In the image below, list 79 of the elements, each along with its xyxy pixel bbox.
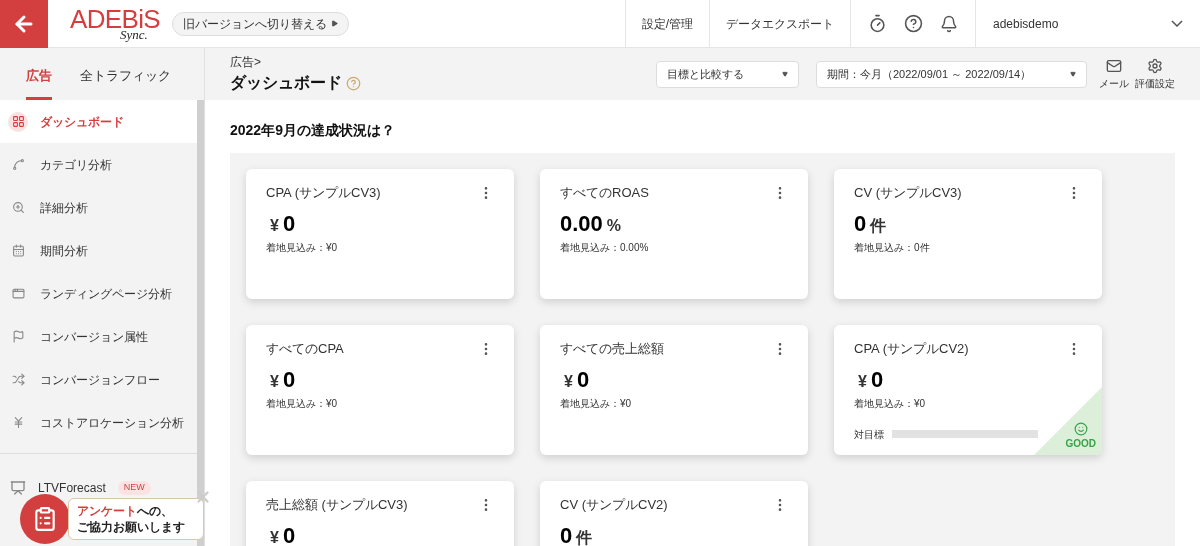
tab[interactable]: 全トラフィック	[80, 65, 171, 100]
version-switch-button[interactable]: 旧バージョンへ切り替える	[172, 11, 350, 36]
metric-value: 0	[576, 365, 590, 394]
card-title: CPA (サンプルCV2)	[854, 340, 969, 358]
sidebar-item-label: LTVForecast	[38, 480, 106, 497]
unit-label: 件	[870, 215, 887, 236]
flow-icon	[11, 373, 25, 386]
card-title: CV (サンプルCV2)	[560, 496, 668, 514]
breadcrumb[interactable]: 広告>	[230, 53, 361, 71]
period-select[interactable]: 期間：今月（2022/09/01 ～ 2022/09/14）	[816, 60, 1087, 88]
forecast-text: 着地見込み：0.00%	[560, 240, 650, 255]
card-title: すべてのROAS	[560, 184, 649, 202]
metric-value: 0.00	[560, 209, 603, 238]
metric-value: 0	[282, 365, 296, 394]
logo[interactable]: ADEBiS Sync.	[70, 6, 161, 41]
clipboard-icon	[32, 506, 58, 532]
section-title: 2022年9月の達成状況は？	[230, 121, 396, 140]
card-title: CV (サンプルCV3)	[854, 184, 962, 202]
sidebar-item[interactable]: 期間分析	[0, 229, 197, 272]
metric-value: 0	[870, 365, 884, 394]
new-badge: NEW	[117, 481, 151, 495]
dropdown-triangle-icon	[1070, 71, 1076, 77]
forecast-text: 着地見込み：¥0	[560, 396, 633, 411]
page-icon	[11, 287, 25, 300]
settings-icon	[1147, 57, 1163, 74]
chart-board-icon	[10, 480, 26, 496]
card-title: 売上総額 (サンプルCV3)	[266, 496, 408, 514]
unit-label: ¥	[270, 215, 279, 236]
card-title: すべてのCPA	[266, 340, 344, 358]
status-label: GOOD	[1065, 437, 1096, 451]
page-title: ダッシュボード	[230, 73, 342, 93]
card-title: CPA (サンプルCV3)	[266, 184, 381, 202]
chevron-down-icon	[1171, 20, 1183, 27]
tool-button[interactable]: 評価設定	[1135, 57, 1175, 91]
unit-label: ¥	[858, 371, 867, 392]
unit-label: 件	[576, 527, 593, 546]
compare-select[interactable]: 目標と比較する	[656, 60, 799, 88]
back-button[interactable]	[0, 0, 48, 48]
forecast-text: 着地見込み：¥0	[266, 396, 339, 411]
sidebar-item[interactable]: コンバージョンフロー	[0, 358, 197, 401]
sidebar-item[interactable]: LTVForecast NEW	[0, 475, 197, 501]
metric-value: 0	[282, 521, 296, 546]
forecast-text: 着地見込み：¥0	[266, 240, 339, 255]
calendar-icon	[11, 244, 25, 257]
sidebar-item[interactable]: ダッシュボード	[0, 100, 197, 143]
smile-icon	[1073, 422, 1088, 436]
help-icon[interactable]	[904, 14, 923, 33]
survey-button[interactable]	[20, 494, 70, 544]
unit-label: ¥	[270, 371, 279, 392]
survey-message[interactable]: アンケートへの、 ご協力お願いします	[68, 498, 204, 540]
sidebar-item[interactable]: 詳細分析	[0, 186, 197, 229]
sidebar-item[interactable]: コストアロケーション分析	[0, 401, 197, 444]
timer-icon[interactable]	[868, 14, 887, 33]
bell-icon[interactable]	[940, 14, 958, 33]
sidebar-item[interactable]: コンバージョン属性	[0, 315, 197, 358]
grid-icon	[11, 115, 25, 128]
metric-value: 0	[282, 209, 296, 238]
card-title: すべての売上総額	[560, 340, 664, 358]
tool-button[interactable]: メール	[1099, 57, 1129, 91]
unit-label: ¥	[270, 527, 279, 546]
flag-icon	[11, 330, 25, 343]
forecast-text: 着地見込み：¥0	[854, 396, 927, 411]
sidebar-item[interactable]: ランディングページ分析	[0, 272, 197, 315]
nav-link[interactable]: データエクスポート	[709, 0, 850, 48]
triangle-icon	[331, 20, 339, 27]
user-menu[interactable]: adebisdemo	[976, 14, 1200, 33]
forecast-text: 着地見込み：0件	[854, 240, 931, 255]
unit-label: ¥	[564, 371, 573, 392]
unit-label: %	[606, 215, 622, 236]
mail-icon	[1106, 57, 1122, 74]
nav-link[interactable]: 設定/管理	[624, 0, 709, 48]
metric-value: 0	[854, 209, 867, 238]
sidebar-item[interactable]: カテゴリ分析	[0, 143, 197, 186]
metric-value: 0	[560, 521, 573, 546]
detail-icon	[11, 201, 25, 214]
target-label: 対目標	[854, 427, 884, 442]
scrollbar[interactable]	[197, 100, 204, 546]
dropdown-triangle-icon	[782, 71, 788, 77]
category-icon	[11, 158, 25, 171]
